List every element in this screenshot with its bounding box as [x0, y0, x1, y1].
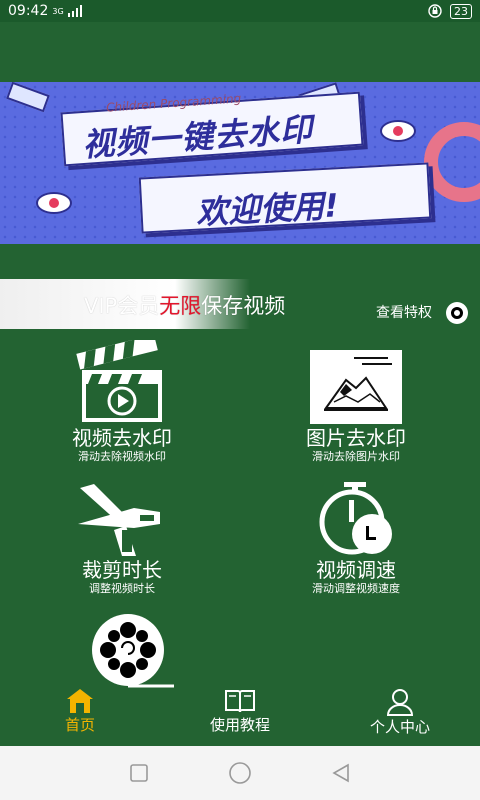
privilege-circle-icon[interactable] — [446, 302, 468, 324]
feature-subtitle: 滑动去除视频水印 — [78, 450, 166, 463]
banner-welcome: 欢迎使用! — [195, 186, 340, 232]
feature-subtitle: 滑动去除图片水印 — [312, 450, 400, 463]
home-icon — [67, 689, 93, 713]
stopwatch-icon — [319, 482, 392, 555]
feature-video-watermark[interactable]: 视频去水印 滑动去除视频水印 — [22, 340, 222, 464]
film-reel-icon — [92, 614, 174, 688]
vip-suffix: 保存视频 — [201, 294, 286, 318]
feature-title: 裁剪时长 — [82, 558, 162, 582]
user-icon — [386, 689, 414, 716]
feature-title: 视频调速 — [316, 558, 396, 582]
nav-label: 个人中心 — [369, 718, 430, 736]
network-label: 3G — [52, 6, 64, 16]
feature-film-reel[interactable] — [32, 612, 232, 688]
feature-adjust-speed[interactable]: 视频调速 滑动调整视频速度 — [256, 480, 456, 596]
feature-subtitle: 滑动调整视频速度 — [312, 582, 400, 595]
book-icon — [225, 690, 255, 713]
feature-trim-duration[interactable]: 裁剪时长 调整视频时长 — [22, 480, 222, 596]
view-privilege-link[interactable]: 查看特权 — [376, 302, 432, 322]
nav-tutorial[interactable]: 使用教程 — [180, 684, 300, 735]
recent-apps-icon[interactable] — [129, 763, 149, 783]
vip-text: VIP会员无限保存视频 — [84, 290, 285, 320]
nav-profile[interactable]: 个人中心 — [340, 684, 460, 737]
feature-picture-watermark[interactable]: 图片去水印 滑动去除图片水印 — [256, 350, 456, 464]
bottom-navigation: 首页 使用教程 个人中心 — [0, 684, 480, 746]
system-navigation-bar — [0, 746, 480, 800]
vip-prefix: VIP会员 — [84, 294, 160, 318]
mountain-picture-icon — [310, 350, 402, 424]
vip-highlight: 无限 — [159, 294, 202, 318]
feature-title: 视频去水印 — [72, 426, 172, 450]
clapperboard-play-icon — [76, 340, 162, 422]
feature-title: 图片去水印 — [306, 426, 406, 450]
status-bar: 09:42 3G 23 — [0, 0, 480, 22]
signal-icon — [67, 5, 82, 17]
home-circle-icon[interactable] — [228, 761, 252, 785]
promo-banner[interactable]: Children Programming 视频一键去水印 欢迎使用! — [0, 82, 480, 244]
battery-indicator: 23 — [450, 3, 472, 19]
feature-subtitle: 调整视频时长 — [89, 582, 155, 595]
nav-label: 使用教程 — [209, 716, 270, 734]
back-icon[interactable] — [331, 763, 351, 783]
eye-icon — [380, 120, 416, 142]
lock-rotation-icon — [428, 4, 442, 18]
nav-home[interactable]: 首页 — [20, 684, 140, 735]
eye-icon — [36, 192, 72, 214]
status-time: 09:42 — [8, 3, 49, 19]
nav-label: 首页 — [64, 716, 95, 734]
scissors-icon — [78, 484, 160, 556]
